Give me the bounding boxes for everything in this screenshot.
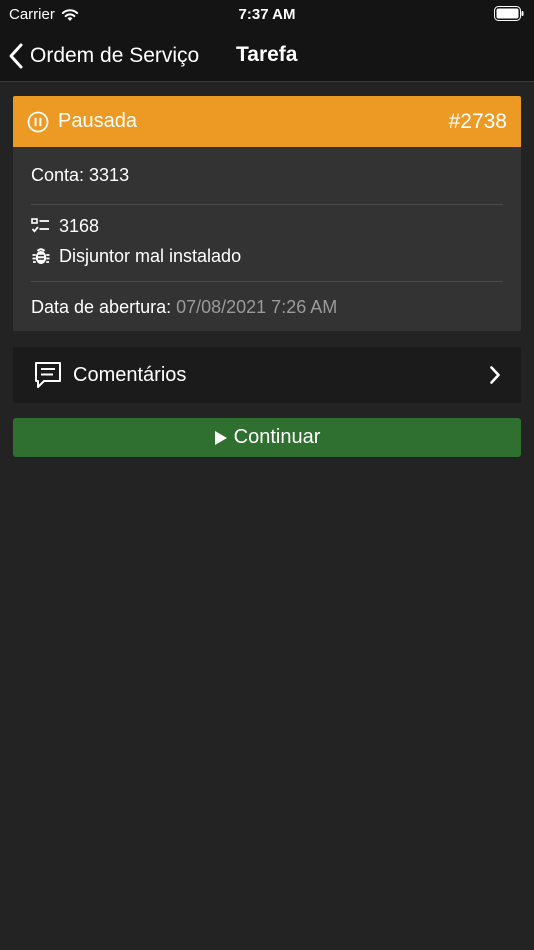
task-detail-block: 3168 Disjuntor mal instalado	[31, 205, 503, 282]
wifi-icon	[61, 8, 79, 21]
play-icon	[214, 430, 227, 445]
battery-icon	[494, 6, 524, 21]
status-bar: Carrier 7:37 AM	[0, 0, 534, 30]
continue-button[interactable]: Continuar	[13, 418, 521, 457]
task-status-header: Pausada #2738	[13, 96, 521, 147]
chevron-left-icon	[9, 43, 23, 69]
opening-date-value: 07/08/2021 7:26 AM	[176, 296, 338, 317]
back-button[interactable]: Ordem de Serviço	[8, 38, 199, 74]
task-card: Pausada #2738 Conta: 3313 3168 Disjuntor…	[13, 96, 521, 331]
continue-button-label: Continuar	[233, 426, 321, 448]
pause-circle-icon	[27, 111, 49, 132]
back-button-label: Ordem de Serviço	[30, 44, 200, 67]
opening-date-label: Data de abertura:	[31, 296, 172, 317]
comment-icon	[35, 362, 61, 388]
account-row: Conta: 3313	[31, 147, 503, 205]
carrier-label: Carrier	[9, 6, 55, 23]
checklist-code: 3168	[59, 215, 100, 236]
problem-description: Disjuntor mal instalado	[59, 245, 242, 266]
task-status-label: Pausada	[58, 110, 137, 132]
page-title: Tarefa	[236, 43, 298, 66]
chevron-right-icon	[490, 366, 500, 384]
status-time: 7:37 AM	[238, 6, 296, 23]
comments-label: Comentários	[73, 363, 187, 386]
checklist-row: 3168	[31, 211, 503, 241]
checklist-icon	[31, 218, 49, 233]
problem-row: Disjuntor mal instalado	[31, 241, 503, 271]
opening-date-row: Data de abertura: 07/08/2021 7:26 AM	[31, 282, 503, 331]
task-number: #2738	[448, 109, 507, 133]
account-label: Conta: 3313	[31, 165, 130, 185]
comments-button[interactable]: Comentários	[13, 347, 521, 403]
task-details: Conta: 3313 3168 Disjuntor mal instalado…	[13, 147, 521, 331]
task-status: Pausada	[27, 110, 137, 133]
carrier-indicator: Carrier	[9, 6, 79, 23]
navigation-bar: Ordem de Serviço Tarefa	[0, 30, 534, 82]
bug-icon	[32, 248, 50, 264]
